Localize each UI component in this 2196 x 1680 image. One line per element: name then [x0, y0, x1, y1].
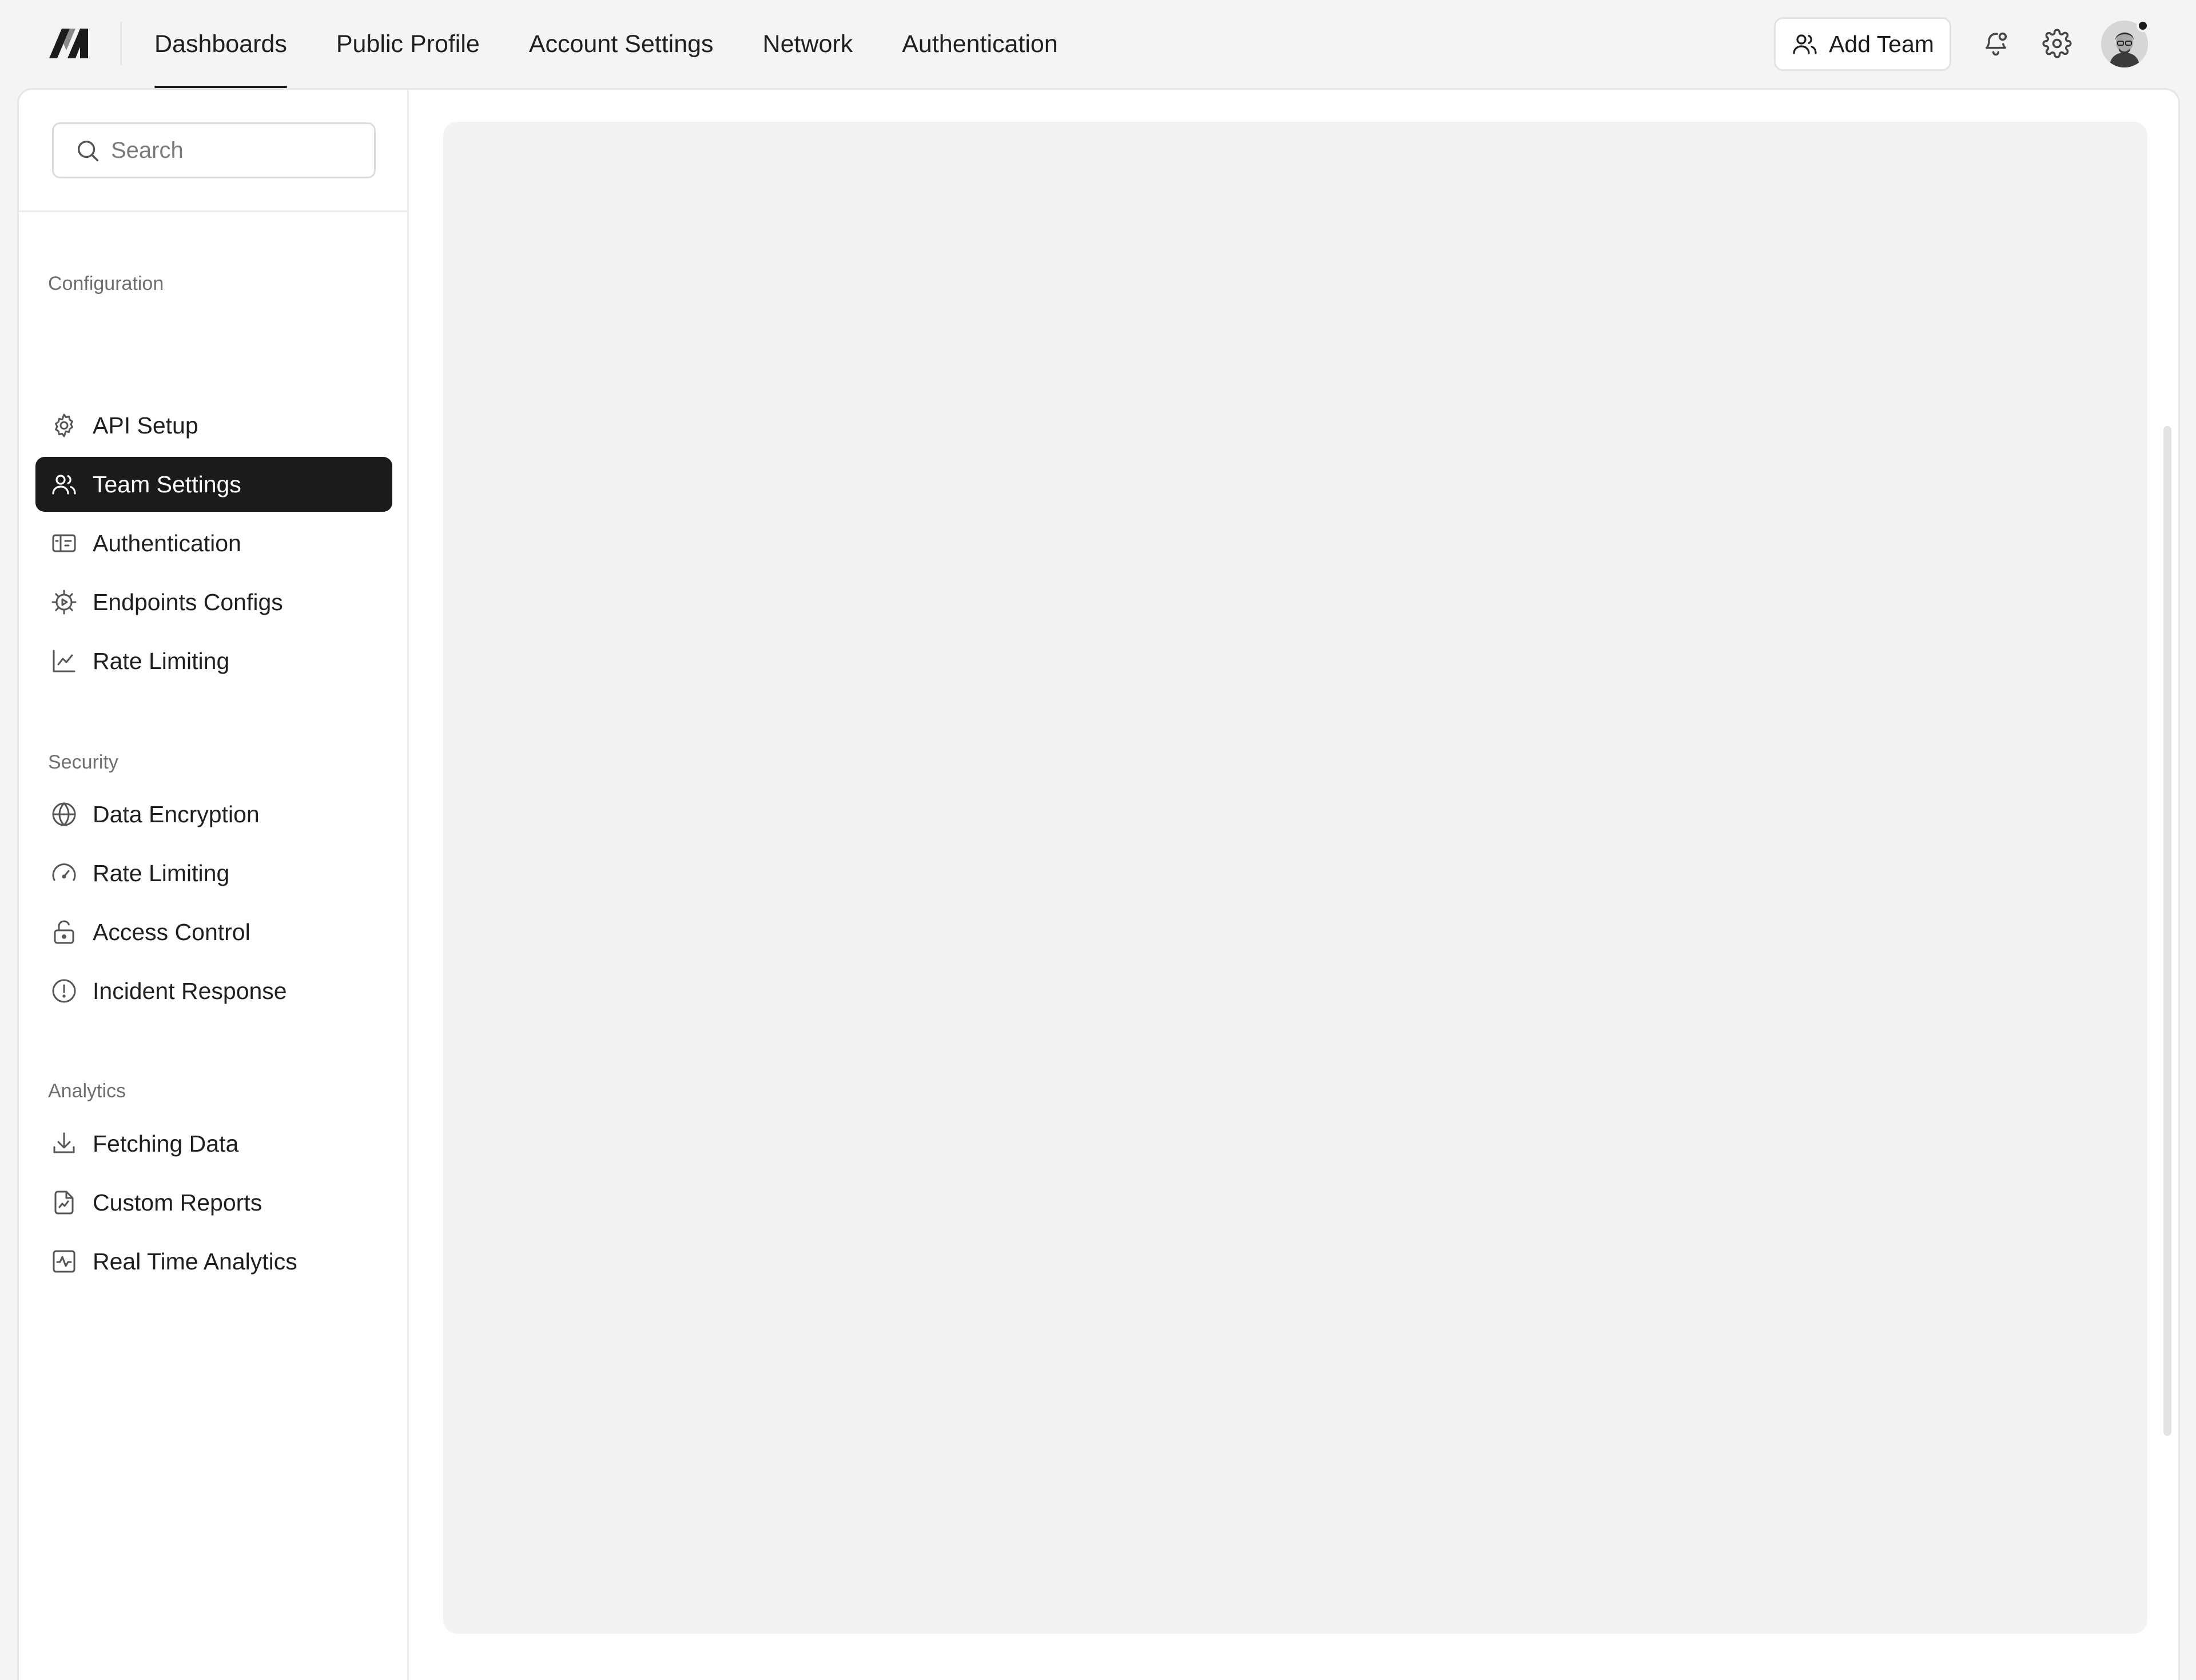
sidebar-item-label: Team Settings: [93, 471, 241, 497]
sidebar-item-label: Endpoints Configs: [93, 588, 283, 615]
sidebar-item-fetching-data[interactable]: Fetching Data: [35, 1116, 392, 1171]
sidebar-item-custom-reports[interactable]: Custom Reports: [35, 1175, 392, 1230]
globe-icon: [52, 802, 76, 826]
activity-square-icon: [53, 1250, 75, 1273]
gear-icon: [55, 413, 73, 437]
users-icon: [1793, 34, 1817, 54]
sidebar-item-label: Access Control: [93, 918, 250, 945]
sidebar-item-label: Rate Limiting: [93, 859, 230, 886]
top-bar: Dashboards Public Profile Account Settin…: [0, 0, 2196, 88]
nav-dashboards[interactable]: Dashboards: [154, 0, 287, 88]
nav-authentication[interactable]: Authentication: [902, 0, 1058, 88]
sidebar-item-rate-limiting-security[interactable]: Rate Limiting: [35, 846, 392, 901]
cog-play-icon: [51, 590, 77, 615]
search-icon: [77, 140, 98, 161]
sidebar-item-label: Custom Reports: [93, 1189, 262, 1216]
search-input[interactable]: [111, 137, 363, 164]
app-page: Dashboards Public Profile Account Settin…: [0, 0, 2196, 1680]
online-status-dot: [2137, 19, 2149, 32]
logo-divider: [120, 22, 122, 65]
nav-account-settings[interactable]: Account Settings: [529, 0, 714, 88]
sidebar-item-access-control[interactable]: Access Control: [35, 905, 392, 960]
content-scrollbar[interactable]: [2163, 426, 2171, 1436]
sidebar-search-area: [19, 90, 407, 212]
lock-open-icon: [54, 920, 74, 944]
top-nav: Dashboards Public Profile Account Settin…: [154, 0, 1107, 88]
gear-icon[interactable]: [2042, 29, 2072, 58]
download-icon: [53, 1132, 75, 1153]
sidebar-item-label: Incident Response: [93, 977, 287, 1004]
sidebar: Configuration API Setup Team Settings Au…: [19, 90, 409, 1680]
sidebar-item-real-time-analytics[interactable]: Real Time Analytics: [35, 1234, 392, 1289]
sidebar-item-label: Real Time Analytics: [93, 1248, 297, 1275]
add-team-label: Add Team: [1829, 30, 1934, 57]
sidebar-item-api-setup[interactable]: API Setup: [35, 398, 392, 453]
sidebar-item-label: Rate Limiting: [93, 647, 230, 674]
add-team-button[interactable]: Add Team: [1774, 17, 1951, 71]
sidebar-item-rate-limiting[interactable]: Rate Limiting: [35, 634, 392, 688]
sidebar-item-endpoints-configs[interactable]: Endpoints Configs: [35, 575, 392, 630]
line-chart-icon: [53, 650, 75, 672]
file-chart-icon: [54, 1191, 74, 1215]
sidebar-item-label: Authentication: [93, 530, 241, 556]
users-icon: [52, 475, 76, 495]
bell-icon[interactable]: [1981, 29, 2011, 58]
sidebar-item-authentication[interactable]: Authentication: [35, 516, 392, 571]
brand-logo[interactable]: [47, 27, 90, 59]
main-card: Configuration API Setup Team Settings Au…: [17, 88, 2180, 1680]
avatar[interactable]: [2101, 19, 2149, 67]
section-title-configuration: Configuration: [48, 273, 164, 294]
alert-circle-icon: [52, 979, 76, 1003]
search-box[interactable]: [52, 122, 376, 178]
sidebar-item-label: Fetching Data: [93, 1130, 239, 1157]
content-placeholder-panel: [443, 122, 2147, 1634]
sidebar-item-team-settings[interactable]: Team Settings: [35, 457, 392, 512]
gauge-icon: [52, 863, 76, 881]
sidebar-item-label: Data Encryption: [93, 801, 260, 827]
id-card-icon: [52, 534, 76, 552]
nav-public-profile[interactable]: Public Profile: [336, 0, 480, 88]
section-title-analytics: Analytics: [48, 1080, 126, 1102]
sidebar-item-label: API Setup: [93, 412, 198, 439]
sidebar-item-data-encryption[interactable]: Data Encryption: [35, 787, 392, 842]
section-title-security: Security: [48, 751, 118, 773]
sidebar-item-incident-response[interactable]: Incident Response: [35, 964, 392, 1018]
nav-network[interactable]: Network: [763, 0, 853, 88]
